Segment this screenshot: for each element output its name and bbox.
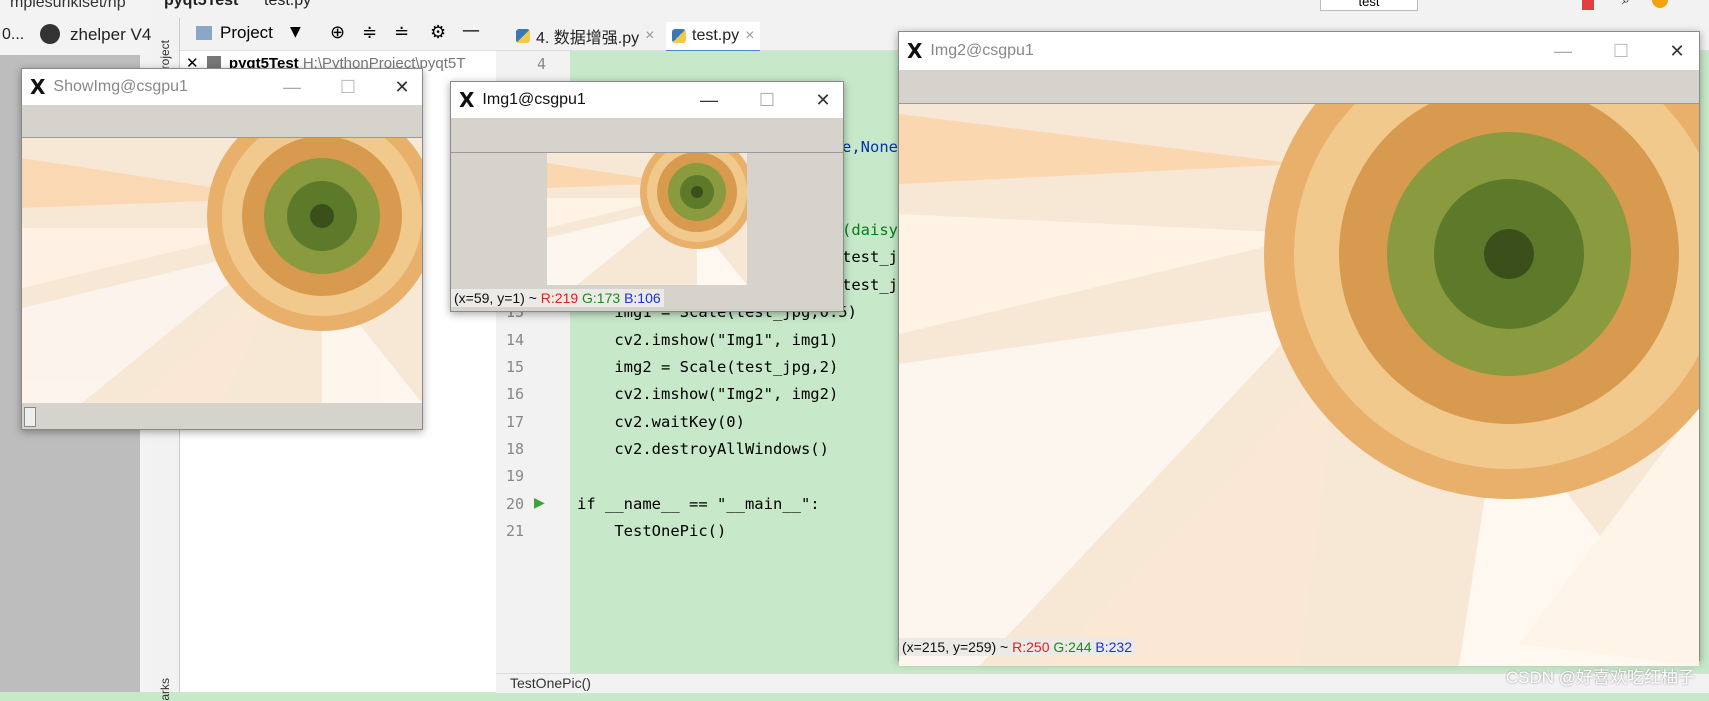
status-handle <box>24 407 36 427</box>
tab-label: 4. 数据增强.py <box>536 30 640 47</box>
locate-icon[interactable]: ⊕ <box>330 22 345 43</box>
maximize-button[interactable]: ☐ <box>328 69 368 105</box>
collapse-all-icon[interactable]: ≐ <box>394 22 409 43</box>
window-toolbar <box>899 70 1699 104</box>
csdn-watermark: CSDN @好喜欢吃红柚子 <box>1505 668 1695 687</box>
pixel-red: R:219 <box>540 290 579 306</box>
window-title: Img1@csgpu1 <box>482 91 586 108</box>
pixel-readout: (x=59, y=1) ~ R:219 G:173 B:106 <box>451 289 664 307</box>
run-gutter-icon[interactable]: ▶ <box>534 495 545 511</box>
back-label[interactable]: 0... <box>2 26 24 44</box>
window-titlebar[interactable]: X Img1@csgpu1 — ☐ ✕ <box>451 82 843 118</box>
window-titlebar[interactable]: X Img2@csgpu1 — ☐ ✕ <box>899 32 1699 70</box>
window-title: ShowImg@csgpu1 <box>53 78 188 95</box>
breadcrumb-file[interactable]: test.py <box>264 0 311 10</box>
flower-image <box>22 138 422 403</box>
close-icon[interactable]: × <box>645 27 654 45</box>
window-titlebar[interactable]: X ShowImg@csgpu1 — ☐ ✕ <box>22 69 422 105</box>
pixel-red: R:250 <box>1012 639 1050 655</box>
showimg-window[interactable]: X ShowImg@csgpu1 — ☐ ✕ <box>21 68 423 430</box>
x11-logo-icon: X <box>30 75 46 99</box>
browser-url[interactable]: mpiesurikiset/np <box>10 0 126 12</box>
window-statusbar <box>22 405 422 429</box>
img2-window[interactable]: X Img2@csgpu1 — ☐ ✕ (x=215, y=259) ~ R:2… <box>898 31 1700 666</box>
ide-breadcrumb: pyqt5Test test.py test ⌕ <box>152 0 1709 19</box>
line-number: 4 <box>536 55 546 73</box>
pixel-green: G:244 <box>1053 639 1092 655</box>
maximize-button[interactable]: ☐ <box>1601 32 1641 70</box>
project-panel-header: Project ▼ ⊕ ≑ ≐ ⚙ — <box>180 18 496 51</box>
code-line: img2 = Scale(test_jpg,2) <box>577 358 839 376</box>
python-file-icon <box>516 29 530 43</box>
chevron-down-icon[interactable]: ▼ <box>290 24 301 40</box>
line-number: 14 <box>505 331 524 349</box>
line-number: 18 <box>505 440 524 458</box>
expand-all-icon[interactable]: ≑ <box>362 22 377 43</box>
code-line: cv2.imshow("Img2", img2) <box>577 385 839 403</box>
project-view-icon <box>196 26 212 40</box>
tab-data-augment[interactable]: 4. 数据增强.py × <box>510 22 660 50</box>
zhelper-icon <box>40 24 60 44</box>
stop-icon[interactable] <box>1582 0 1594 10</box>
minimize-button[interactable]: — <box>1543 32 1583 70</box>
line-number: 19 <box>505 467 524 485</box>
side-tab-bookmarks[interactable]: arks <box>158 678 172 701</box>
status-text: TestOnePic() <box>510 675 591 691</box>
flower-image <box>899 104 1699 666</box>
code-fragment: e,None <box>842 138 898 156</box>
close-button[interactable]: ✕ <box>803 82 843 118</box>
close-button[interactable]: ✕ <box>1657 32 1697 70</box>
code-line: cv2.destroyAllWindows() <box>577 440 829 458</box>
pixel-blue: B:232 <box>1095 639 1133 655</box>
flower-image <box>547 153 747 285</box>
minimize-button[interactable]: — <box>272 69 312 105</box>
browser-tab-bar: 0... zhelper V4 <box>0 20 152 50</box>
breadcrumb-project[interactable]: pyqt5Test <box>164 0 238 10</box>
tab-label: test.py <box>692 27 740 44</box>
update-icon[interactable] <box>1652 0 1668 8</box>
project-view-select[interactable]: Project <box>220 23 273 43</box>
line-number: 16 <box>505 385 524 403</box>
x11-logo-icon: X <box>459 88 475 112</box>
pixel-readout: (x=215, y=259) ~ R:250 G:244 B:232 <box>899 638 1136 656</box>
window-toolbar <box>451 118 843 153</box>
code-fragment: test_j <box>842 276 898 294</box>
run-config-select[interactable]: test <box>1320 0 1418 11</box>
code-line: if __name__ == "__main__": <box>577 495 820 513</box>
search-icon[interactable]: ⌕ <box>1622 0 1630 8</box>
line-number: 17 <box>505 413 524 431</box>
gear-icon[interactable]: ⚙ <box>430 22 446 43</box>
minimize-button[interactable]: — <box>689 82 729 118</box>
window-toolbar <box>22 105 422 138</box>
pixel-coords: (x=215, y=259) ~ <box>902 639 1009 655</box>
maximize-button[interactable]: ☐ <box>747 82 787 118</box>
line-number: 20 <box>505 495 524 513</box>
hide-icon[interactable]: — <box>462 20 480 41</box>
code-line: cv2.imshow("Img1", img1) <box>577 331 839 349</box>
close-button[interactable]: ✕ <box>382 69 422 105</box>
python-file-icon <box>672 29 686 43</box>
pixel-blue: B:106 <box>624 290 661 306</box>
pixel-coords: (x=59, y=1) ~ <box>454 290 537 306</box>
pixel-green: G:173 <box>582 290 621 306</box>
img1-window[interactable]: X Img1@csgpu1 — ☐ ✕ (x=59, y=1) ~ R:219 … <box>450 81 844 312</box>
line-number: 21 <box>505 522 524 540</box>
window-title: Img2@csgpu1 <box>930 42 1034 59</box>
browser-tab-zhelper[interactable]: zhelper V4 <box>70 25 151 45</box>
folder-icon <box>206 56 221 68</box>
code-line: cv2.waitKey(0) <box>577 413 745 431</box>
line-number: 15 <box>505 358 524 376</box>
x11-logo-icon: X <box>907 39 923 63</box>
code-line: TestOnePic() <box>577 522 727 540</box>
close-icon[interactable]: × <box>745 27 754 45</box>
code-fragment: (daisy <box>842 221 898 239</box>
tab-test-py[interactable]: test.py × <box>666 22 761 53</box>
